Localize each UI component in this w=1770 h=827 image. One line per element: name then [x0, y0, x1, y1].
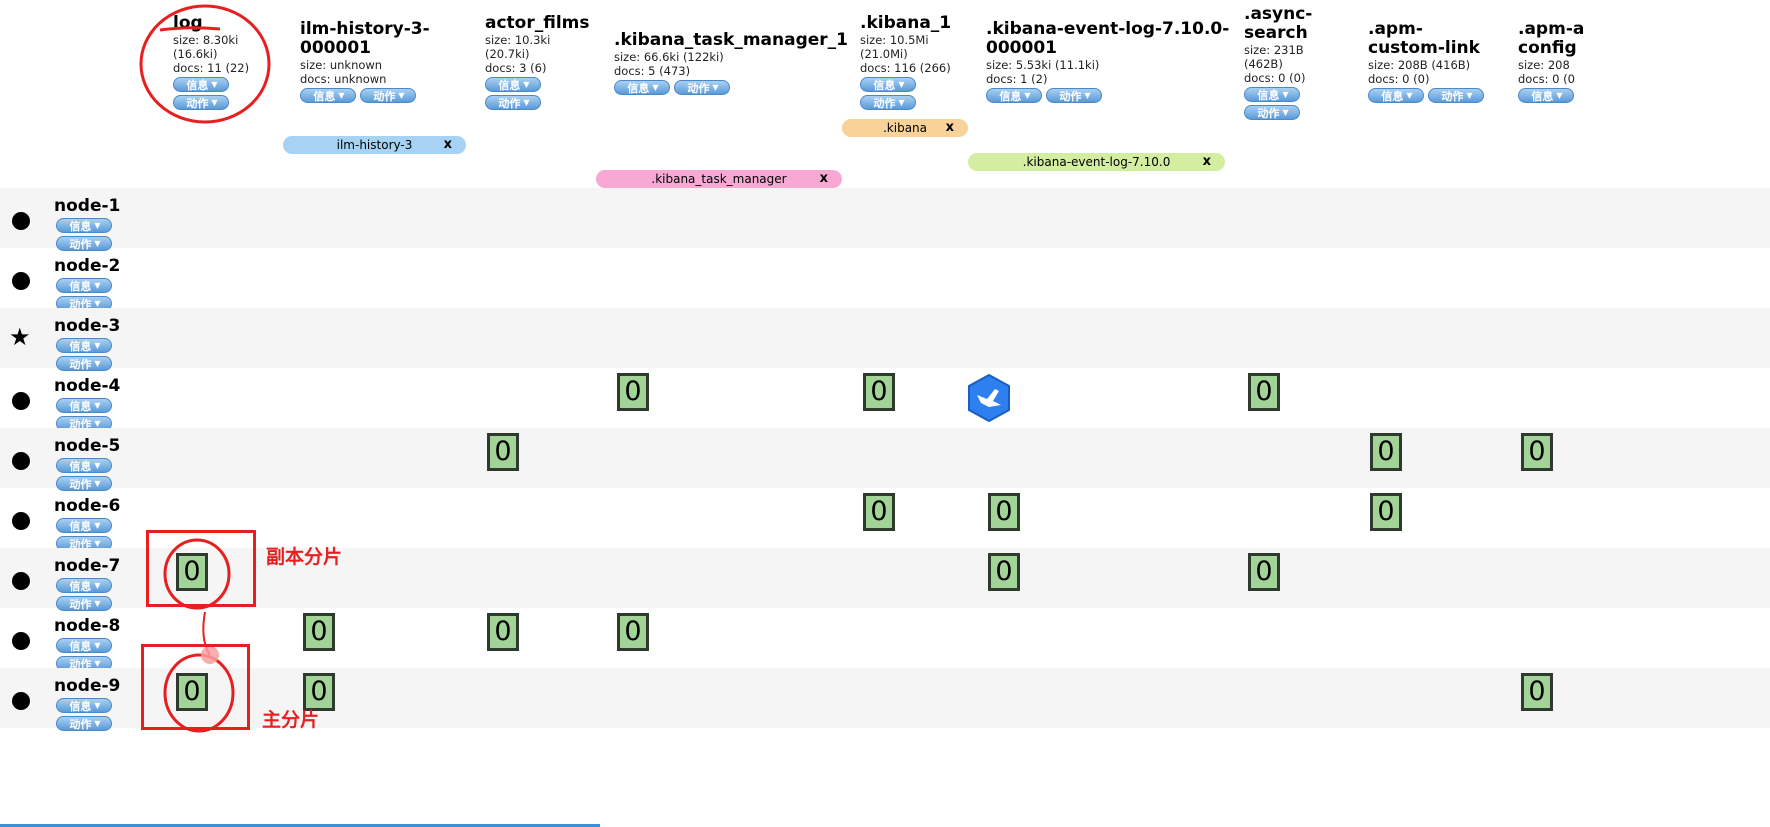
- annotation-replica-label: 副本分片: [266, 546, 343, 568]
- annotation-box-replica: [146, 530, 256, 607]
- annotation-primary-label: 主分片: [262, 709, 320, 731]
- annotation-overlay: [139, 4, 271, 733]
- annotation-circle-log: [139, 4, 271, 124]
- annotation-box-primary: [141, 644, 250, 730]
- annotation-underline-log: [159, 26, 221, 32]
